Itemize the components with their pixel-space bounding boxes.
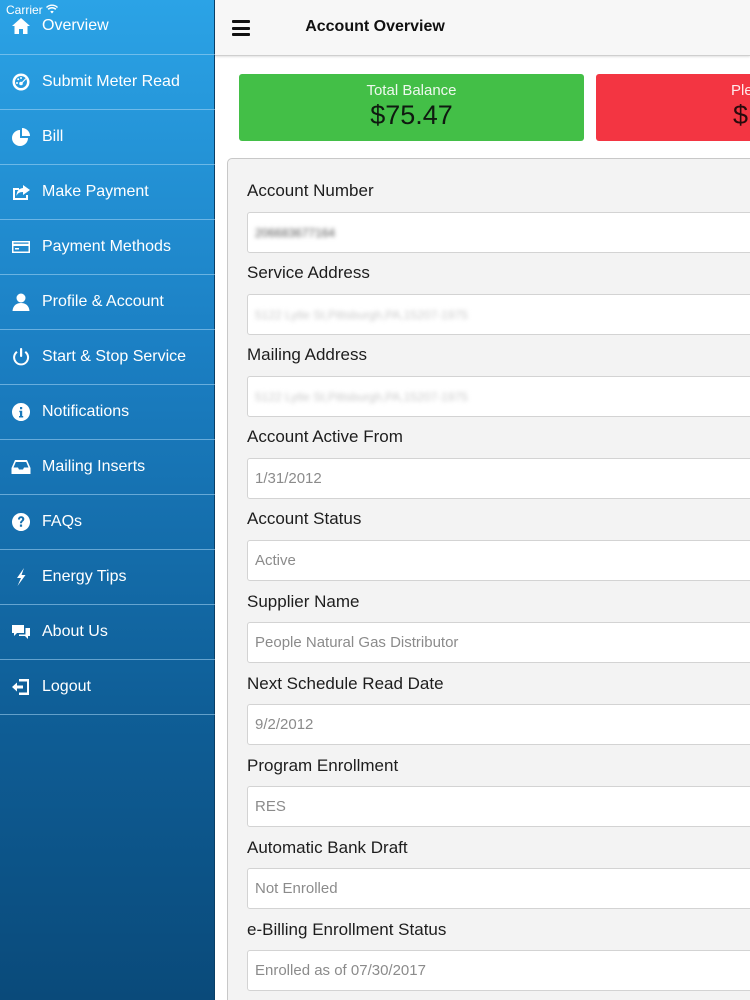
sidebar-item-profile-account[interactable]: Profile & Account: [0, 275, 215, 330]
sidebar-item-label: Payment Methods: [42, 238, 171, 255]
page-title: Account Overview: [305, 18, 445, 35]
payment-due-label: Ple: [731, 82, 750, 99]
sidebar-item-label: Mailing Inserts: [42, 458, 146, 475]
sidebar-item-start-stop-service[interactable]: Start & Stop Service: [0, 330, 215, 385]
sidebar-item-faqs[interactable]: FAQs: [0, 495, 215, 550]
sidebar-item-submit-meter-read[interactable]: Submit Meter Read: [0, 55, 215, 110]
field-label: Account Active From: [247, 427, 403, 446]
next-read-date-field[interactable]: 9/2/2012: [247, 704, 750, 745]
credit-card-icon: [10, 236, 32, 258]
sidebar-item-mailing-inserts[interactable]: Mailing Inserts: [0, 440, 215, 495]
sidebar-item-label: FAQs: [42, 513, 83, 530]
sidebar-item-label: Bill: [42, 128, 64, 145]
sidebar-item-payment-methods[interactable]: Payment Methods: [0, 220, 215, 275]
main-content: Account Overview Total Balance $75.47 Pl…: [215, 0, 750, 1000]
field-label: Next Schedule Read Date: [247, 674, 444, 693]
sidebar-item-label: Overview: [42, 17, 109, 34]
sidebar-item-about-us[interactable]: About Us: [0, 605, 215, 660]
field-label: Supplier Name: [247, 592, 360, 611]
total-balance-card: Total Balance $75.47: [239, 74, 584, 141]
inbox-icon: [10, 456, 32, 478]
field-label: e-Billing Enrollment Status: [247, 920, 447, 939]
share-icon: [10, 181, 32, 203]
ebilling-status-field[interactable]: Enrolled as of 07/30/2017: [247, 950, 750, 991]
field-label: Account Number: [247, 181, 374, 200]
field-label: Service Address: [247, 263, 370, 282]
field-label: Program Enrollment: [247, 756, 399, 775]
bolt-icon: [10, 566, 32, 588]
sidebar: Carrier Overview Submit Meter Read Bill …: [0, 0, 215, 1000]
carrier-label: Carrier: [6, 3, 43, 17]
power-icon: [10, 346, 32, 368]
sidebar-item-bill[interactable]: Bill: [0, 110, 215, 165]
question-icon: [10, 511, 32, 533]
user-icon: [10, 291, 32, 313]
total-balance-value: $75.47: [370, 100, 453, 130]
home-icon: [10, 15, 32, 37]
sidebar-item-label: Make Payment: [42, 183, 149, 200]
service-address-field[interactable]: 5122 Lytle St,Pittsburgh,PA,15207-1975: [247, 294, 750, 335]
sidebar-item-label: Notifications: [42, 403, 130, 420]
sidebar-item-logout[interactable]: Logout: [0, 660, 215, 715]
total-balance-label: Total Balance: [366, 82, 457, 99]
sidebar-item-label: Logout: [42, 678, 91, 695]
status-bar: Carrier: [6, 3, 58, 17]
payment-due-value: $: [733, 100, 749, 130]
sidebar-item-notifications[interactable]: Notifications: [0, 385, 215, 440]
sidebar-item-label: Energy Tips: [42, 568, 127, 585]
wifi-icon: [45, 4, 58, 17]
sidebar-item-label: Profile & Account: [42, 293, 164, 310]
field-label: Account Status: [247, 509, 362, 528]
field-label: Automatic Bank Draft: [247, 838, 408, 857]
sidebar-item-make-payment[interactable]: Make Payment: [0, 165, 215, 220]
navbar: Account Overview: [215, 0, 750, 56]
pie-chart-icon: [10, 126, 32, 148]
sidebar-item-label: About Us: [42, 623, 108, 640]
sidebar-item-label: Start & Stop Service: [42, 348, 187, 365]
account-status-field[interactable]: Active: [247, 540, 750, 581]
field-label: Mailing Address: [247, 345, 368, 364]
supplier-name-field[interactable]: People Natural Gas Distributor: [247, 622, 750, 663]
sidebar-item-energy-tips[interactable]: Energy Tips: [0, 550, 215, 605]
mailing-address-field[interactable]: 5122 Lytle St,Pittsburgh,PA,15207-1975: [247, 376, 750, 417]
logout-icon: [10, 676, 32, 698]
sidebar-item-label: Submit Meter Read: [42, 73, 180, 90]
account-active-from-field[interactable]: 1/31/2012: [247, 458, 750, 499]
payment-due-card[interactable]: Ple $: [596, 74, 750, 141]
chat-icon: [10, 621, 32, 643]
bank-draft-field[interactable]: Not Enrolled: [247, 868, 750, 909]
account-number-field[interactable]: 206683677164: [247, 212, 750, 253]
gauge-icon: [10, 71, 32, 93]
info-icon: [10, 401, 32, 423]
program-enrollment-field[interactable]: RES: [247, 786, 750, 827]
